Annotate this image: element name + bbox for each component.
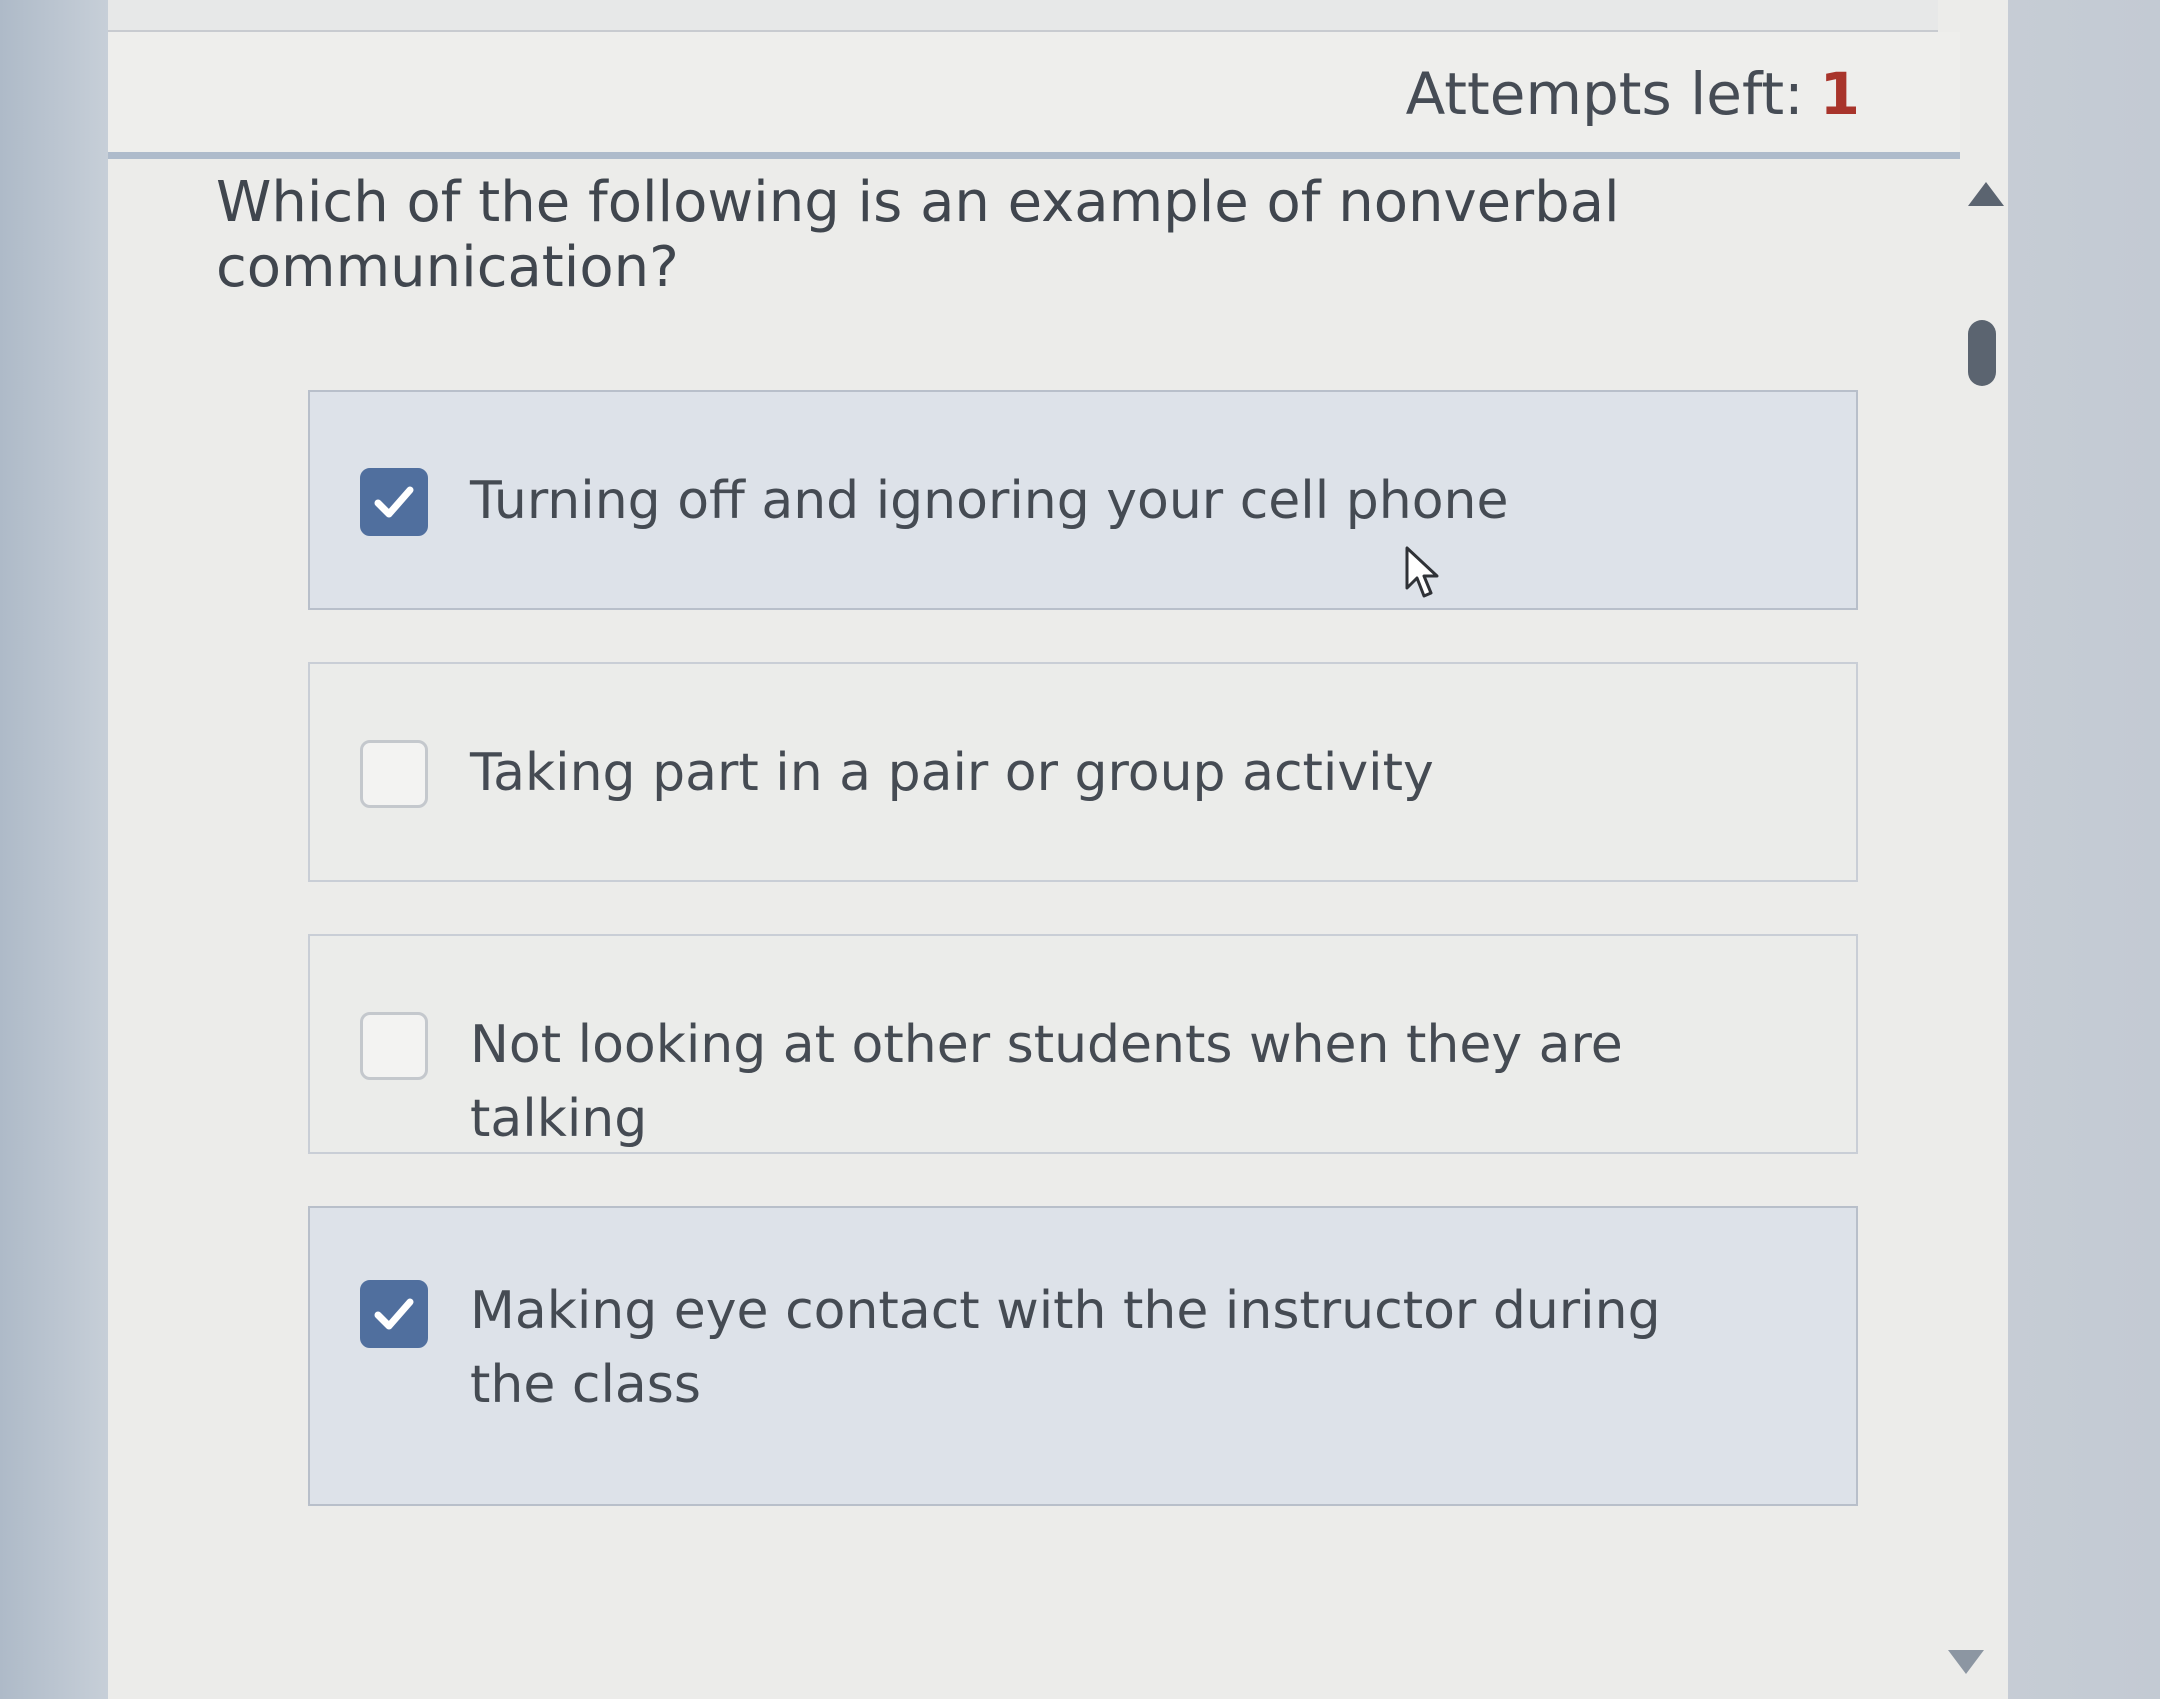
option-3[interactable]: Not looking at other students when they … [308,934,1858,1154]
option-1-checkbox[interactable] [360,468,428,536]
option-4[interactable]: Making eye contact with the instructor d… [308,1206,1858,1506]
attempts-count: 1 [1819,60,1860,128]
option-3-label: Not looking at other students when they … [470,1015,1623,1149]
check-icon [374,486,414,518]
question-panel: Attempts left: 1 Which of the following i… [108,0,2008,1699]
mouse-pointer-icon [1405,546,1439,598]
question-text: Which of the following is an example of … [216,170,1620,300]
attempts-bar: Attempts left: 1 [108,32,1960,159]
option-1[interactable]: Turning off and ignoring your cell phone [308,390,1858,610]
scroll-thumb[interactable] [1968,320,1996,386]
attempts-label: Attempts left: [1405,60,1804,128]
scrollbar[interactable] [1948,170,2004,1674]
option-2-checkbox[interactable] [360,740,428,808]
option-4-checkbox[interactable] [360,1280,428,1348]
option-2-label: Taking part in a pair or group activity [470,743,1434,803]
option-1-label: Turning off and ignoring your cell phone [470,471,1509,531]
scroll-up-arrow-icon[interactable] [1968,182,2004,206]
option-4-label: Making eye contact with the instructor d… [470,1281,1661,1415]
scroll-down-arrow-icon[interactable] [1948,1650,1984,1674]
option-3-checkbox[interactable] [360,1012,428,1080]
answer-options: Turning off and ignoring your cell phone… [308,390,1858,1558]
attempts-left: Attempts left: 1 [1406,60,1860,128]
panel-header [108,0,1938,32]
check-icon [374,1298,414,1330]
option-2[interactable]: Taking part in a pair or group activity [308,662,1858,882]
